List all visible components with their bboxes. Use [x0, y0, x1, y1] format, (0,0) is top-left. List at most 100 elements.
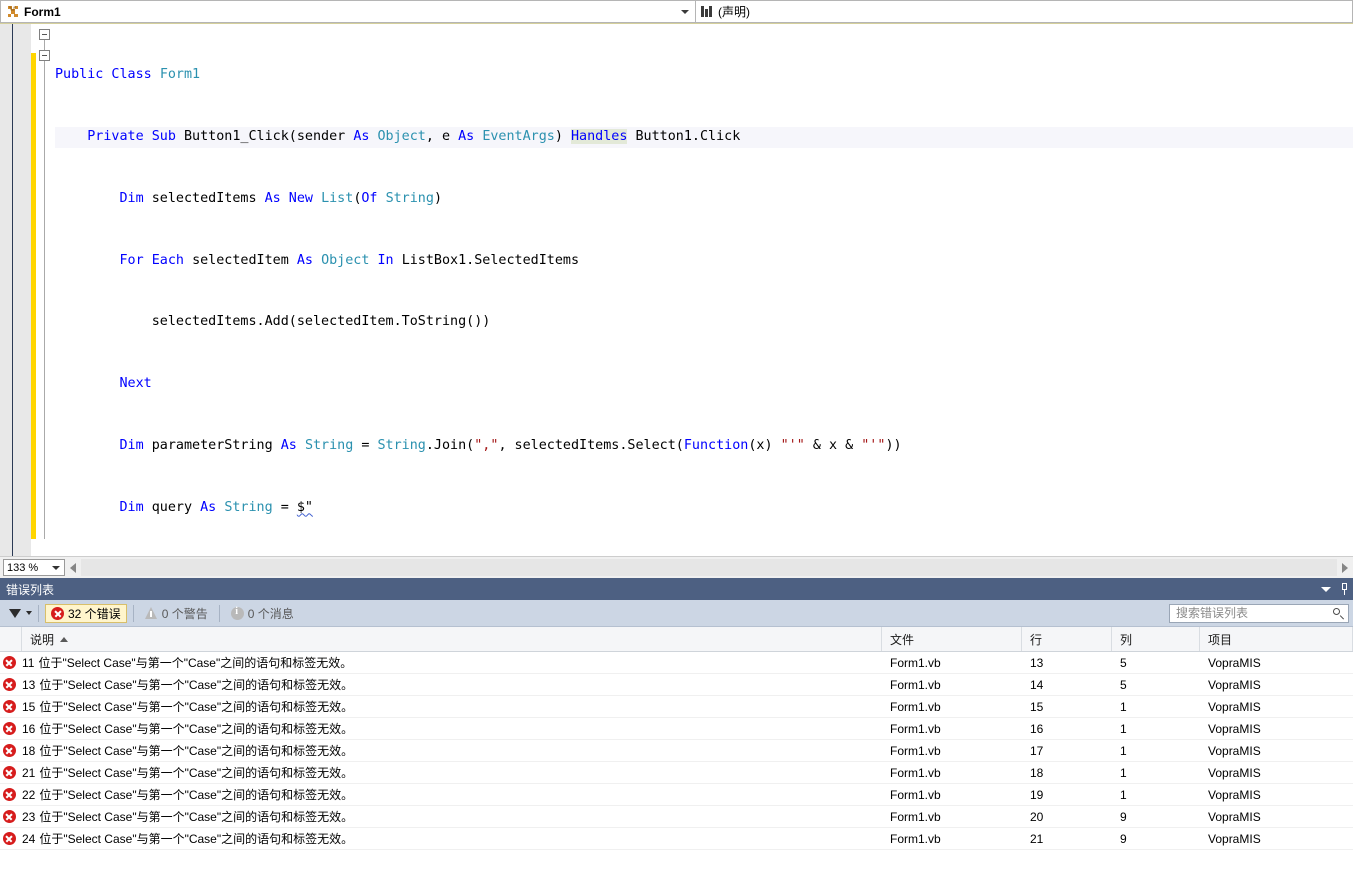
- column-header-column[interactable]: 列: [1112, 627, 1200, 651]
- row-description-text: 位于"Select Case"与第一个"Case"之间的语句和标签无效。: [39, 810, 354, 824]
- column-header-line[interactable]: 行: [1022, 627, 1112, 651]
- table-row[interactable]: 21 位于"Select Case"与第一个"Case"之间的语句和标签无效。 Fo…: [0, 762, 1353, 784]
- row-description: 13 位于"Select Case"与第一个"Case"之间的语句和标签无效。: [22, 674, 882, 695]
- method-list-icon: [701, 6, 714, 17]
- row-severity-icon: [0, 806, 22, 827]
- panel-pin-button[interactable]: [1335, 578, 1353, 600]
- row-description-text: 位于"Select Case"与第一个"Case"之间的语句和标签无效。: [39, 832, 354, 846]
- table-row[interactable]: 13 位于"Select Case"与第一个"Case"之间的语句和标签无效。 Fo…: [0, 674, 1353, 696]
- row-error-code: 23: [22, 809, 36, 824]
- row-description-text: 位于"Select Case"与第一个"Case"之间的语句和标签无效。: [39, 678, 354, 692]
- error-list-grid[interactable]: 说明 文件 行 列 项目 11 位于"Select Case"与第一个"Case"…: [0, 627, 1353, 850]
- column-header-project[interactable]: 项目: [1200, 627, 1353, 651]
- row-severity-icon: [0, 740, 22, 761]
- row-file: Form1.vb: [890, 655, 941, 670]
- funnel-icon[interactable]: [8, 607, 21, 619]
- column-header-file[interactable]: 文件: [882, 627, 1022, 651]
- row-file: Form1.vb: [890, 721, 941, 736]
- toolbar-separator: [132, 604, 134, 622]
- editor-navigation-bar: Form1 (声明): [0, 0, 1353, 24]
- row-description-text: 位于"Select Case"与第一个"Case"之间的语句和标签无效。: [39, 700, 354, 714]
- row-description-text: 位于"Select Case"与第一个"Case"之间的语句和标签无效。: [39, 722, 354, 736]
- table-row[interactable]: 16 位于"Select Case"与第一个"Case"之间的语句和标签无效。 Fo…: [0, 718, 1353, 740]
- errors-filter-button[interactable]: 32 个错误: [45, 603, 127, 623]
- sort-ascending-icon: [60, 636, 69, 642]
- toolbar-separator: [38, 604, 39, 622]
- table-row[interactable]: 15 位于"Select Case"与第一个"Case"之间的语句和标签无效。 Fo…: [0, 696, 1353, 718]
- scroll-right-button[interactable]: [1337, 559, 1353, 576]
- row-line: 16: [1030, 721, 1044, 736]
- row-project: VopraMIS: [1208, 765, 1261, 780]
- row-column: 1: [1120, 787, 1127, 802]
- row-description-text: 位于"Select Case"与第一个"Case"之间的语句和标签无效。: [39, 788, 354, 802]
- scroll-track[interactable]: [81, 559, 1337, 576]
- row-line: 15: [1030, 699, 1044, 714]
- chevron-down-icon: [1321, 586, 1331, 592]
- chevron-down-icon: [681, 9, 689, 14]
- row-project: VopraMIS: [1208, 743, 1261, 758]
- chevron-down-icon: [52, 565, 60, 570]
- row-description: 18 位于"Select Case"与第一个"Case"之间的语句和标签无效。: [22, 740, 882, 761]
- row-project: VopraMIS: [1208, 721, 1261, 736]
- code-line: Dim selectedItems As New List(Of String): [119, 190, 443, 206]
- filter-dropdown-arrow-icon[interactable]: [26, 611, 32, 615]
- messages-filter-button[interactable]: 0 个消息: [226, 604, 299, 623]
- table-row[interactable]: 11 位于"Select Case"与第一个"Case"之间的语句和标签无效。 Fo…: [0, 652, 1353, 674]
- error-icon: [2, 700, 16, 713]
- editor-horizontal-scrollbar[interactable]: 133 %: [0, 556, 1353, 578]
- row-column: 1: [1120, 721, 1127, 736]
- table-row[interactable]: 24 位于"Select Case"与第一个"Case"之间的语句和标签无效。 Fo…: [0, 828, 1353, 850]
- error-list-header-row: 说明 文件 行 列 项目: [0, 627, 1353, 652]
- warnings-filter-button[interactable]: 0 个警告: [140, 604, 213, 623]
- table-row[interactable]: 18 位于"Select Case"与第一个"Case"之间的语句和标签无效。 Fo…: [0, 740, 1353, 762]
- table-row[interactable]: 22 位于"Select Case"与第一个"Case"之间的语句和标签无效。 Fo…: [0, 784, 1353, 806]
- row-project: VopraMIS: [1208, 699, 1261, 714]
- member-dropdown[interactable]: (声明): [696, 0, 1353, 23]
- row-error-code: 24: [22, 831, 36, 846]
- row-description: 21 位于"Select Case"与第一个"Case"之间的语句和标签无效。: [22, 762, 882, 783]
- error-list-panel: 错误列表 32 个错误 0 个警告 0 个消息: [0, 578, 1353, 850]
- pin-icon: [1339, 583, 1350, 595]
- form-icon: [6, 5, 20, 18]
- class-dropdown[interactable]: Form1: [0, 0, 696, 23]
- code-text-area[interactable]: Public Class Form1 Private Sub Button1_C…: [53, 24, 1353, 556]
- row-description-text: 位于"Select Case"与第一个"Case"之间的语句和标签无效。: [39, 766, 354, 780]
- code-line: Dim parameterString As String = String.J…: [119, 437, 902, 453]
- search-box[interactable]: [1169, 603, 1349, 623]
- code-line: Public Class Form1: [55, 67, 201, 83]
- error-icon: [2, 810, 16, 823]
- row-file: Form1.vb: [890, 787, 941, 802]
- table-row[interactable]: 23 位于"Select Case"与第一个"Case"之间的语句和标签无效。 Fo…: [0, 806, 1353, 828]
- code-line: selectedItems.Add(selectedItem.ToString(…: [55, 314, 491, 330]
- column-header-description[interactable]: 说明: [22, 627, 882, 651]
- toolbar-separator: [218, 604, 220, 622]
- column-header-icon[interactable]: [0, 627, 22, 651]
- row-column: 5: [1120, 677, 1127, 692]
- row-description: 24 位于"Select Case"与第一个"Case"之间的语句和标签无效。: [22, 828, 882, 849]
- panel-menu-button[interactable]: [1317, 578, 1335, 600]
- row-severity-icon: [0, 718, 22, 739]
- member-dropdown-value: (声明): [718, 5, 750, 19]
- editor-outlining-margin[interactable]: [37, 24, 53, 556]
- row-column: 5: [1120, 655, 1127, 670]
- row-error-code: 11: [22, 655, 35, 670]
- row-severity-icon: [0, 784, 22, 805]
- row-column: 9: [1120, 831, 1127, 846]
- collapse-glyph-class[interactable]: [39, 29, 50, 40]
- row-error-code: 13: [22, 677, 36, 692]
- triangle-right-icon: [1342, 562, 1348, 573]
- editor-indicator-margin: [0, 24, 13, 556]
- code-editor[interactable]: Public Class Form1 Private Sub Button1_C…: [0, 24, 1353, 556]
- scroll-left-button[interactable]: [65, 559, 81, 576]
- row-project: VopraMIS: [1208, 787, 1261, 802]
- error-icon: [2, 656, 16, 669]
- row-description: 15 位于"Select Case"与第一个"Case"之间的语句和标签无效。: [22, 696, 882, 717]
- zoom-level-dropdown[interactable]: 133 %: [3, 559, 65, 576]
- search-input[interactable]: [1174, 605, 1331, 621]
- row-description: 11 位于"Select Case"与第一个"Case"之间的语句和标签无效。: [22, 652, 882, 673]
- error-icon: [2, 788, 16, 801]
- warning-icon: [144, 607, 158, 619]
- collapse-glyph-sub[interactable]: [39, 50, 50, 61]
- row-line: 17: [1030, 743, 1044, 758]
- error-icon: [2, 744, 16, 757]
